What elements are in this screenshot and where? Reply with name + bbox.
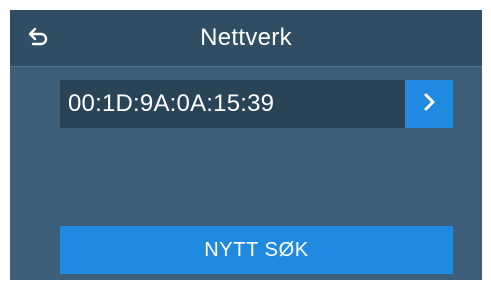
page-title: Nettverk <box>200 24 292 51</box>
network-selection-row[interactable]: 00:1D:9A:0A:15:39 <box>60 80 453 128</box>
new-search-button[interactable]: NYTT SØK <box>60 226 453 274</box>
header-bar: Nettverk <box>10 10 482 67</box>
network-screen: Nettverk 00:1D:9A:0A:15:39 NYTT SØK <box>10 10 482 280</box>
chevron-right-icon <box>419 92 439 117</box>
network-mac-address: 00:1D:9A:0A:15:39 <box>68 90 275 117</box>
next-button[interactable] <box>405 80 453 128</box>
